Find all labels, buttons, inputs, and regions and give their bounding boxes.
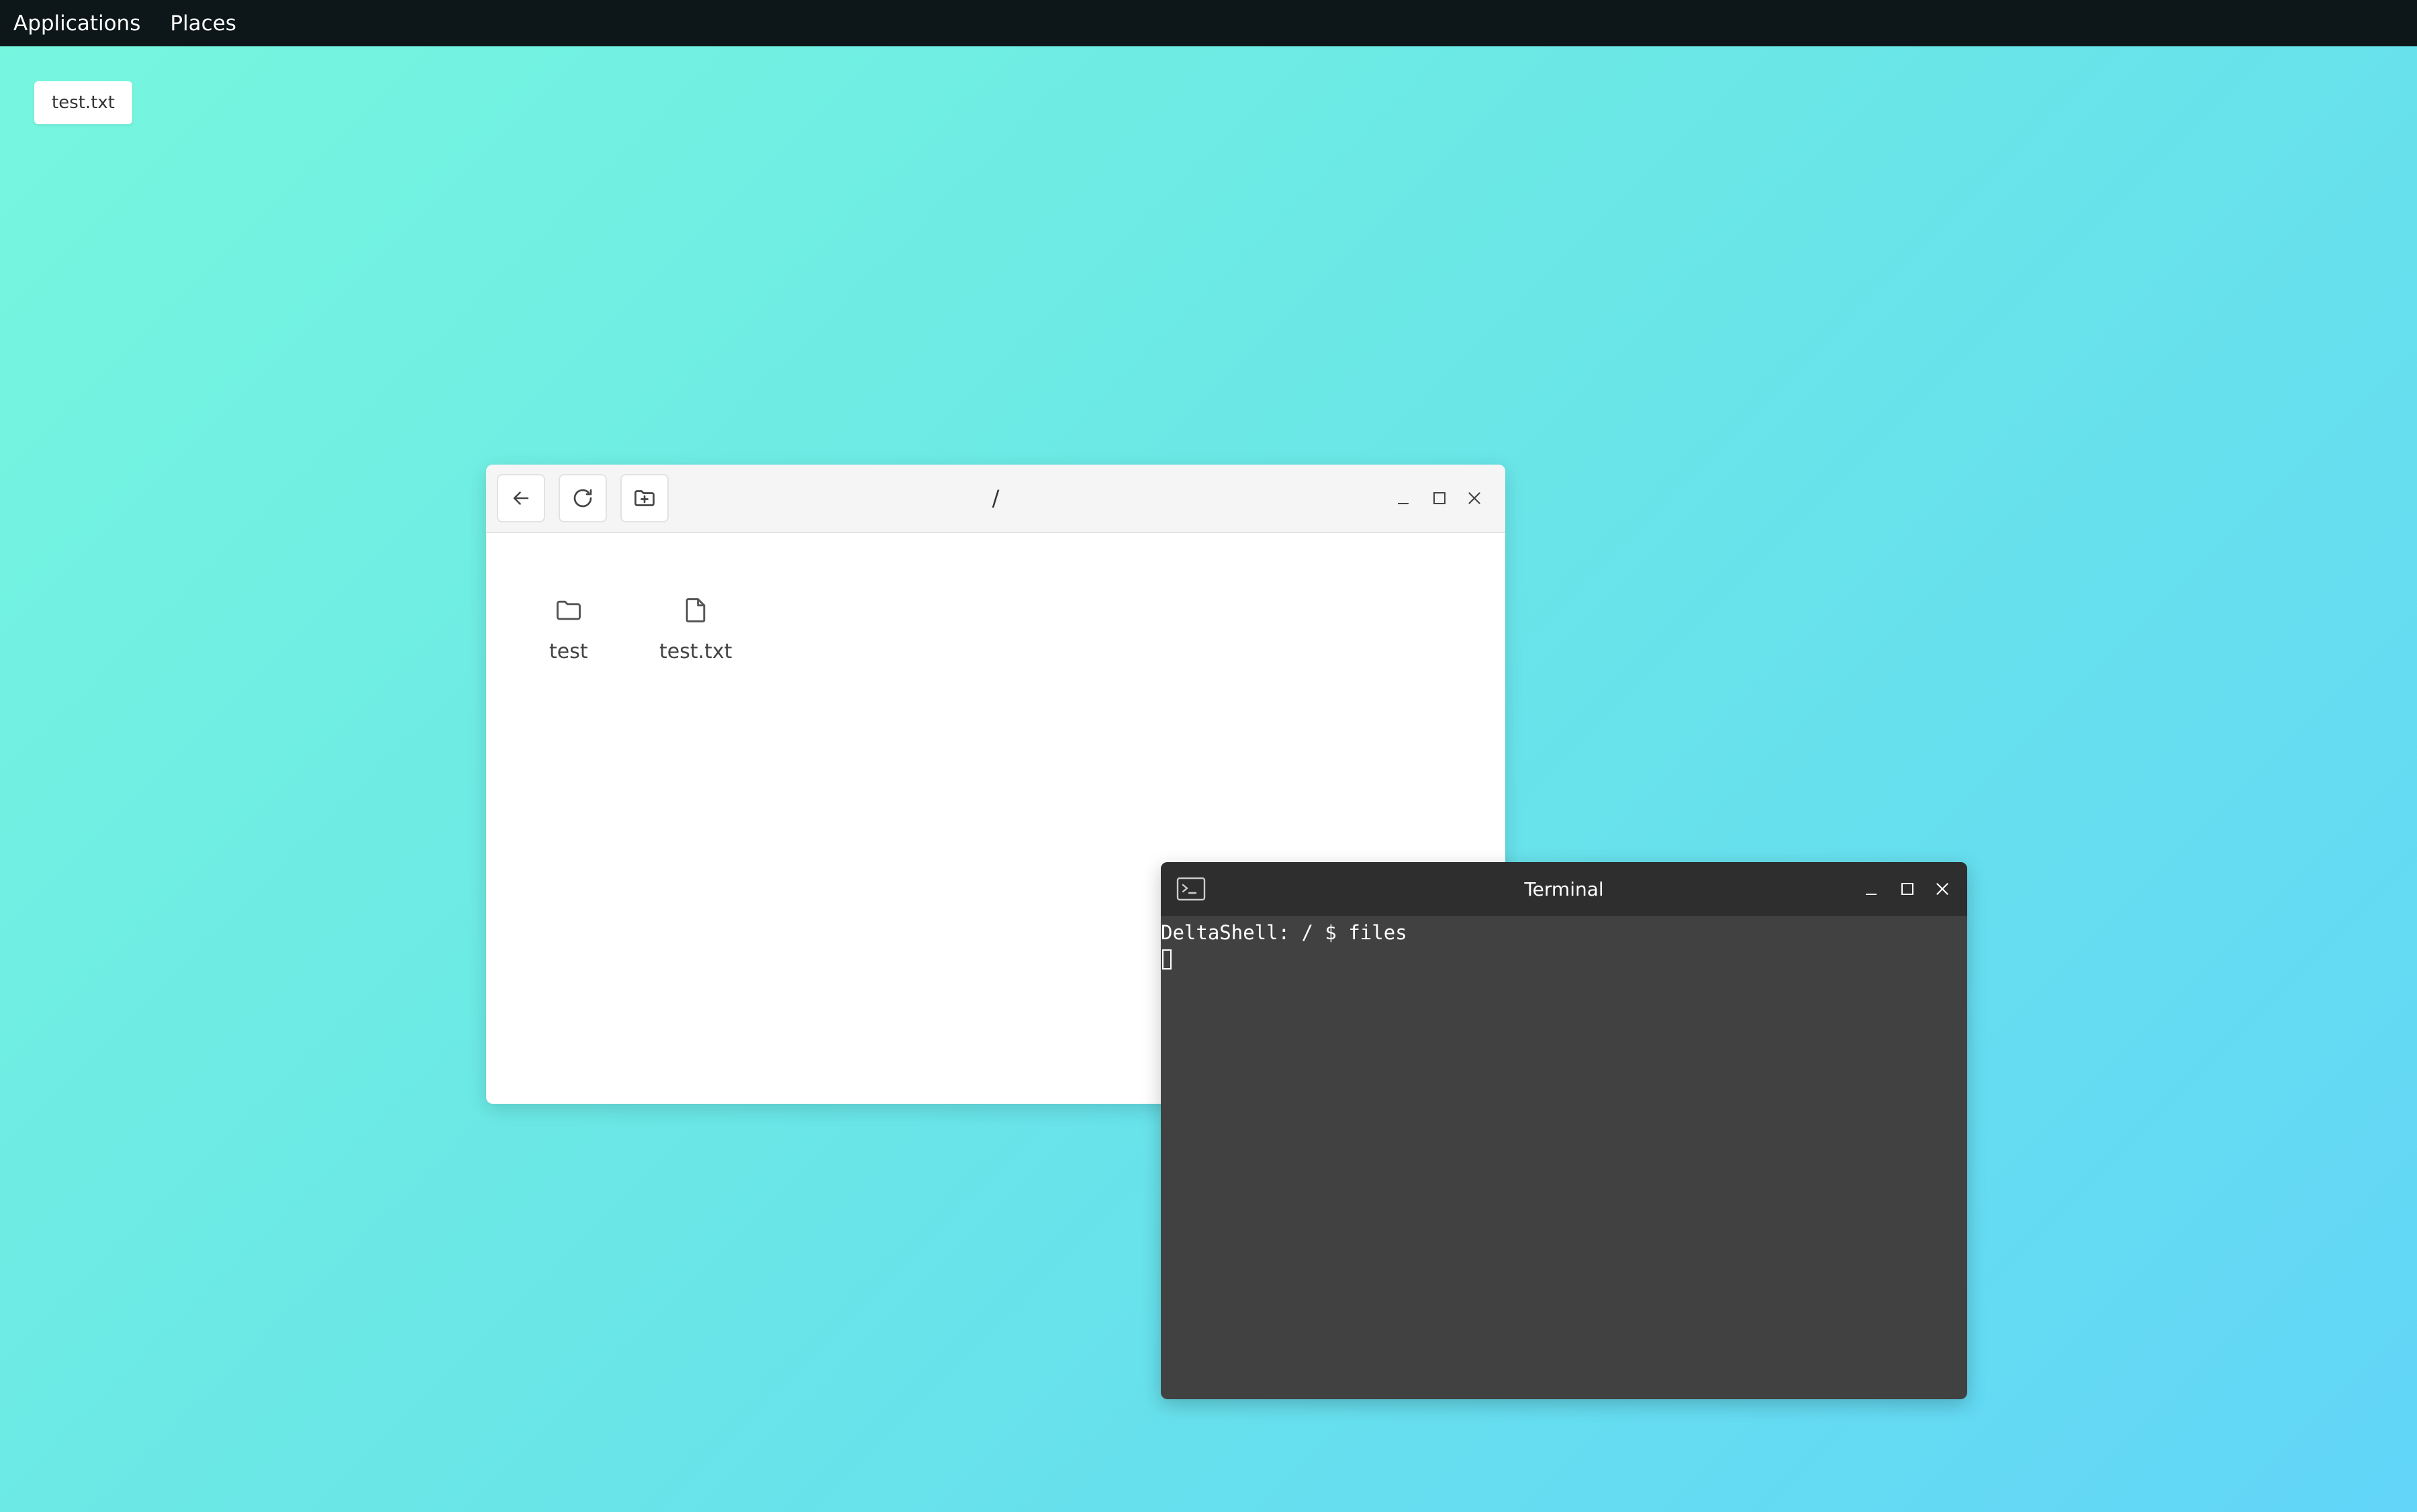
folder-icon xyxy=(556,600,581,620)
terminal-window: Terminal DeltaShell: / $ files xyxy=(1161,862,1967,1399)
refresh-button[interactable] xyxy=(559,474,607,522)
maximize-button[interactable] xyxy=(1425,482,1454,514)
back-button[interactable] xyxy=(497,474,545,522)
top-bar: Applications Places xyxy=(0,0,2417,46)
close-button[interactable] xyxy=(1928,873,1957,905)
desktop-background: Applications Places test.txt / test test… xyxy=(0,0,2417,1512)
refresh-icon xyxy=(573,489,592,508)
desktop-file-chip-label: test.txt xyxy=(52,93,115,113)
file-item-label: test xyxy=(549,640,588,663)
maximize-icon xyxy=(1901,883,1913,895)
menu-applications[interactable]: Applications xyxy=(13,11,140,36)
terminal-icon xyxy=(1176,877,1206,901)
file-manager-titlebar[interactable]: / xyxy=(486,465,1505,533)
minimize-icon xyxy=(1866,894,1877,895)
terminal-output[interactable]: DeltaShell: / $ files xyxy=(1161,916,1967,1399)
desktop-file-chip[interactable]: test.txt xyxy=(34,81,132,124)
file-item-folder-test[interactable]: test xyxy=(549,596,588,663)
close-icon xyxy=(1936,883,1948,895)
file-item-label: test.txt xyxy=(659,640,732,663)
terminal-cursor xyxy=(1162,949,1172,970)
minimize-button[interactable] xyxy=(1388,482,1418,514)
close-button[interactable] xyxy=(1460,482,1489,514)
terminal-title: Terminal xyxy=(1524,878,1604,900)
terminal-titlebar[interactable]: Terminal xyxy=(1161,862,1967,916)
maximize-button[interactable] xyxy=(1893,873,1922,905)
menu-places[interactable]: Places xyxy=(170,11,236,36)
maximize-icon xyxy=(1433,492,1446,504)
terminal-prompt-line: DeltaShell: / $ files xyxy=(1161,921,1407,944)
close-icon xyxy=(1468,492,1480,504)
minimize-icon xyxy=(1398,503,1409,504)
file-item-test-txt[interactable]: test.txt xyxy=(659,596,732,663)
new-folder-button[interactable] xyxy=(620,474,669,522)
back-arrow-icon xyxy=(513,491,529,505)
minimize-button[interactable] xyxy=(1856,873,1886,905)
file-icon xyxy=(685,598,706,622)
new-folder-icon xyxy=(634,490,655,506)
